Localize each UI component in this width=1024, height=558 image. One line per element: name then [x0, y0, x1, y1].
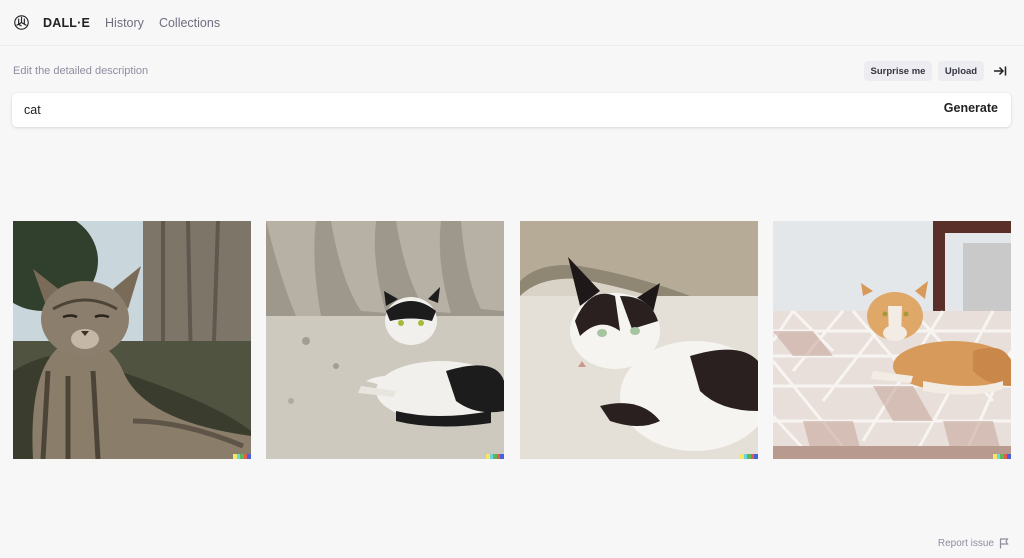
- generated-image-3[interactable]: [520, 221, 758, 459]
- generate-button[interactable]: Generate: [944, 101, 998, 115]
- upload-button[interactable]: Upload: [938, 61, 984, 81]
- arrow-to-right-icon[interactable]: [992, 63, 1008, 79]
- generated-image-2[interactable]: [266, 221, 504, 459]
- signature-bar: [233, 454, 251, 459]
- signature-bar: [486, 454, 504, 459]
- prompt-label: Edit the detailed description: [13, 65, 149, 77]
- signature-bar: [740, 454, 758, 459]
- flag-icon: [999, 538, 1009, 549]
- prompt-input[interactable]: [24, 101, 904, 119]
- nav-brand[interactable]: DALL·E: [43, 16, 90, 30]
- image-gallery: [13, 221, 1011, 459]
- nav-history-link[interactable]: History: [105, 16, 144, 30]
- prompt-box: Generate: [12, 93, 1011, 127]
- report-issue-label: Report issue: [937, 538, 994, 549]
- generated-image-4[interactable]: [773, 221, 1011, 459]
- openai-logo-icon[interactable]: [12, 14, 30, 32]
- surprise-me-button[interactable]: Surprise me: [864, 61, 932, 81]
- signature-bar: [993, 454, 1011, 459]
- generated-image-1[interactable]: [13, 221, 251, 459]
- report-issue-link[interactable]: Report issue: [938, 538, 1009, 549]
- top-nav: DALL·E History Collections: [0, 0, 1024, 46]
- nav-collections-link[interactable]: Collections: [159, 16, 220, 30]
